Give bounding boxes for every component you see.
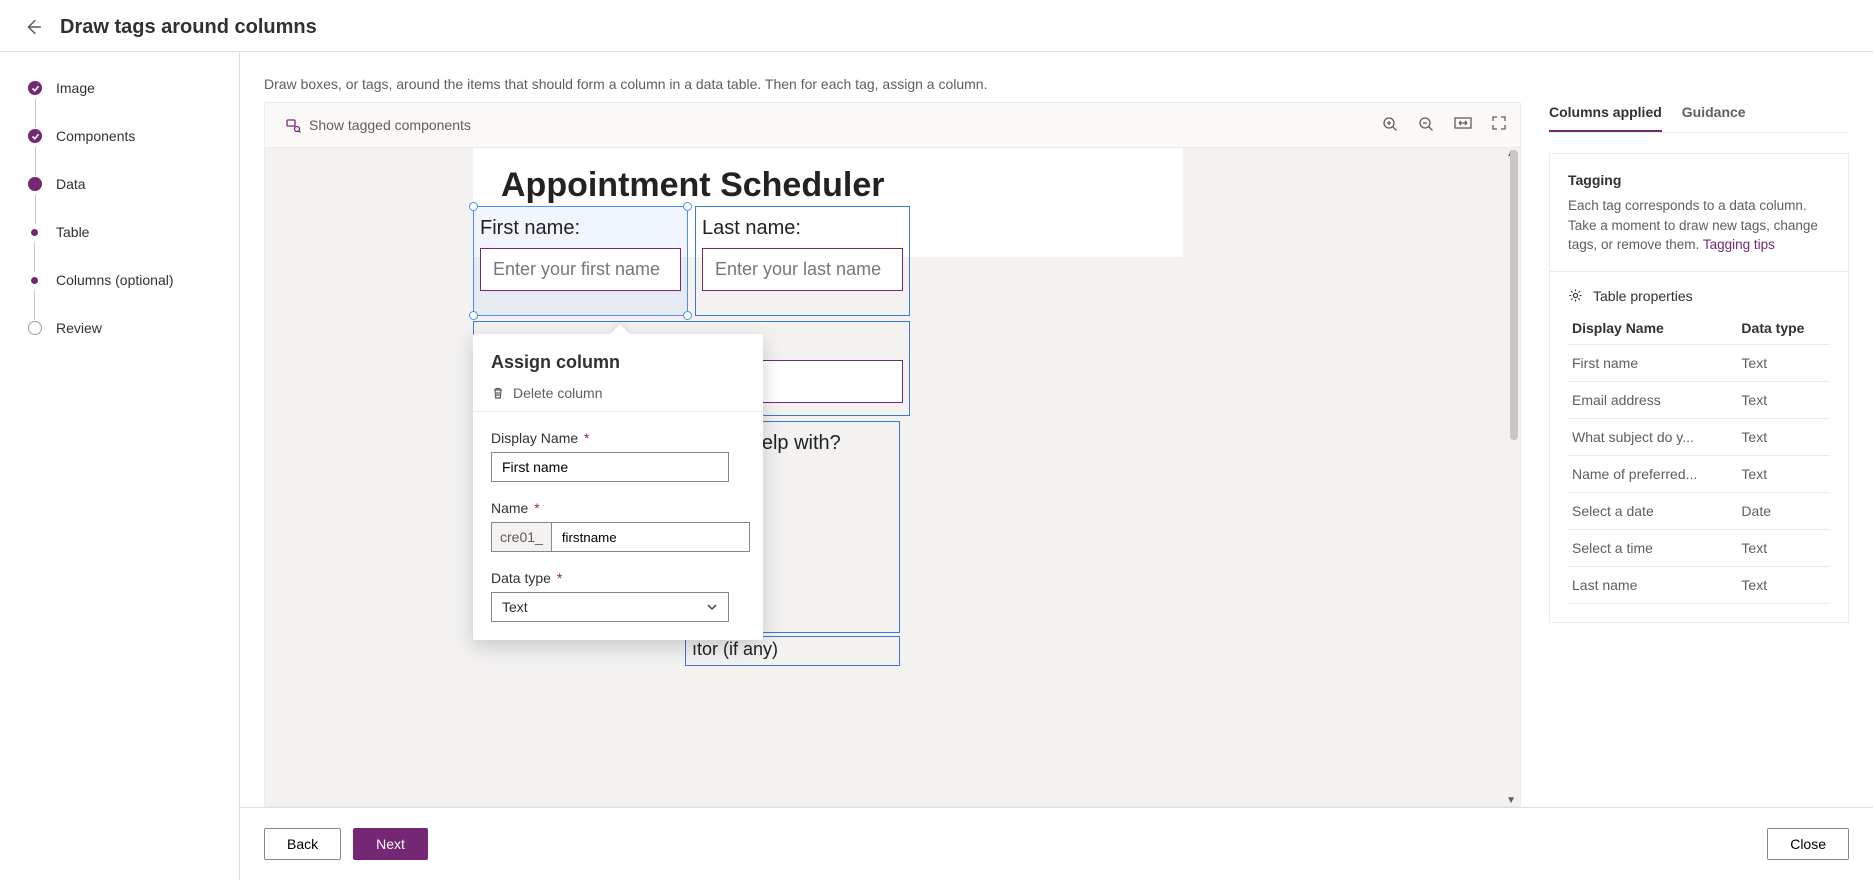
trash-icon (491, 386, 505, 400)
tag-icon (285, 117, 301, 133)
canvas-body[interactable]: Appointment Scheduler First name: Enter … (265, 148, 1520, 806)
tagging-title: Tagging (1568, 172, 1830, 188)
fit-width-icon[interactable] (1454, 116, 1472, 135)
scroll-down-icon[interactable]: ▼ (1506, 795, 1516, 806)
next-button[interactable]: Next (353, 828, 428, 860)
table-properties-label: Table properties (1593, 288, 1693, 304)
delete-column-button[interactable]: Delete column (491, 385, 745, 401)
field-input: Enter your first name (480, 248, 681, 291)
instructions-text: Draw boxes, or tags, around the items th… (240, 52, 1873, 102)
tab-guidance[interactable]: Guidance (1682, 104, 1746, 132)
back-button[interactable]: Back (264, 828, 341, 860)
check-icon (28, 129, 42, 143)
step-components[interactable]: Components (56, 128, 135, 144)
step-image[interactable]: Image (56, 80, 95, 96)
name-prefix: cre01_ (491, 522, 551, 552)
tab-columns-applied[interactable]: Columns applied (1549, 104, 1662, 132)
display-name-label: Display Name * (491, 430, 745, 446)
show-tagged-label: Show tagged components (309, 117, 471, 133)
gear-icon (1568, 288, 1583, 303)
th-display: Display Name (1568, 312, 1737, 345)
step-dot-icon (31, 277, 38, 284)
resize-handle-icon[interactable] (469, 202, 478, 211)
table-row[interactable]: Select a timeText (1568, 529, 1830, 566)
th-type: Data type (1737, 312, 1830, 345)
step-dot-icon (28, 177, 42, 191)
name-input[interactable] (551, 522, 750, 552)
resize-handle-icon[interactable] (683, 202, 692, 211)
back-arrow-icon[interactable] (24, 18, 44, 38)
scroll-thumb[interactable] (1510, 150, 1518, 440)
data-type-select[interactable]: Text (491, 592, 729, 622)
resize-handle-icon[interactable] (469, 311, 478, 320)
check-icon (28, 81, 42, 95)
resize-handle-icon[interactable] (683, 311, 692, 320)
zoom-in-icon[interactable] (1382, 116, 1398, 135)
name-label: Name * (491, 500, 745, 516)
tag-last-name[interactable]: Last name: Enter your last name (695, 206, 910, 316)
chevron-down-icon (706, 601, 718, 613)
fullscreen-icon[interactable] (1492, 116, 1506, 135)
zoom-out-icon[interactable] (1418, 116, 1434, 135)
stepper: Image Components Data Table Columns (opt… (0, 52, 240, 880)
display-name-input[interactable] (491, 452, 729, 482)
close-button[interactable]: Close (1767, 828, 1849, 860)
field-input: Enter your last name (702, 248, 903, 291)
columns-table: Display Name Data type First nameText Em… (1568, 312, 1830, 604)
show-tagged-toggle[interactable]: Show tagged components (279, 113, 477, 137)
tag-bottom[interactable]: ıtor (if any) (685, 636, 900, 666)
table-row[interactable]: First nameText (1568, 344, 1830, 381)
table-row[interactable]: Select a dateDate (1568, 492, 1830, 529)
data-type-label: Data type * (491, 570, 745, 586)
step-review[interactable]: Review (56, 320, 102, 336)
tag-first-name[interactable]: First name: Enter your first name (473, 206, 688, 316)
popup-title: Assign column (491, 352, 745, 373)
scrollbar[interactable]: ▲ ▼ (1504, 148, 1518, 806)
assign-column-popup: Assign column Delete column Display Name… (473, 334, 763, 640)
doc-title: Appointment Scheduler (501, 166, 1155, 205)
field-label: ıtor (if any) (692, 639, 893, 660)
right-panel: Columns applied Guidance Tagging Each ta… (1549, 102, 1849, 807)
field-label: Last name: (702, 217, 903, 240)
field-label: First name: (480, 217, 681, 240)
step-data[interactable]: Data (56, 176, 86, 192)
canvas: Show tagged components Appointment Sched… (264, 102, 1521, 807)
table-row[interactable]: Email addressText (1568, 381, 1830, 418)
table-row[interactable]: Last nameText (1568, 566, 1830, 603)
table-row[interactable]: Name of preferred...Text (1568, 455, 1830, 492)
step-columns[interactable]: Columns (optional) (56, 272, 174, 288)
step-dot-icon (31, 229, 38, 236)
tagging-tips-link[interactable]: Tagging tips (1703, 237, 1775, 252)
tagging-text: Each tag corresponds to a data column. T… (1568, 196, 1830, 255)
step-table[interactable]: Table (56, 224, 89, 240)
step-dot-icon (28, 321, 42, 335)
table-row[interactable]: What subject do y...Text (1568, 418, 1830, 455)
page-title: Draw tags around columns (60, 16, 317, 39)
